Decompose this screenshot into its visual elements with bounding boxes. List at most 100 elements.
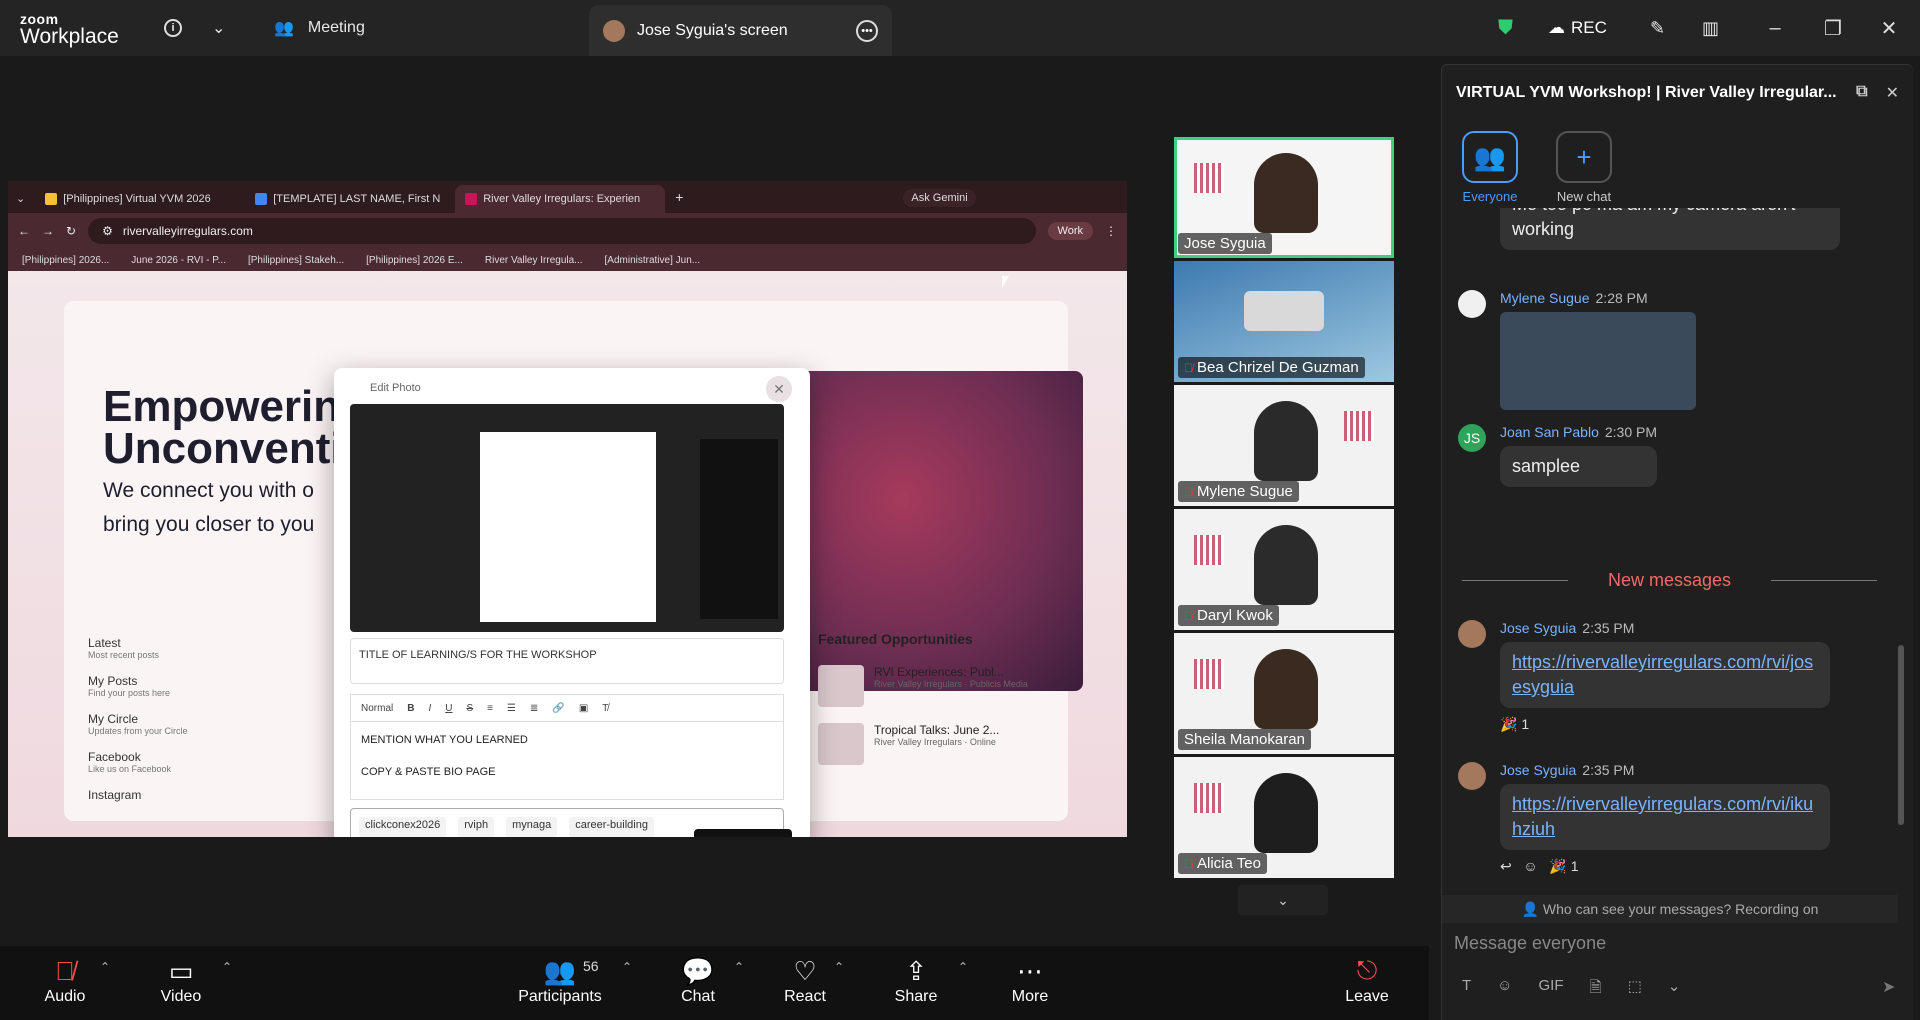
reply-icon[interactable]: ↩ [1500, 858, 1512, 874]
more-button[interactable]: ⋯ More [985, 954, 1075, 1006]
info-icon[interactable]: i [164, 0, 182, 56]
add-reaction-icon[interactable]: ☺ [1523, 858, 1537, 874]
send-icon[interactable]: ➤ [1882, 977, 1895, 997]
chat-button[interactable]: 💬 Chat [653, 954, 743, 1006]
bullet-list-icon[interactable]: ☰ [507, 703, 516, 714]
tag-chip[interactable]: career-building [569, 817, 654, 837]
share-options-icon[interactable]: ⌃ [958, 960, 968, 974]
share-button[interactable]: ⇪ Share [871, 954, 961, 1006]
video-tile[interactable]: 🎙̸ Daryl Kwok [1174, 509, 1394, 630]
leave-button[interactable]: ⎋ Leave [1322, 954, 1412, 1006]
chat-options-icon[interactable]: ⌃ [734, 960, 744, 974]
chat-link[interactable]: https://rivervalleyirregulars.com/rvi/jo… [1512, 652, 1813, 697]
tag-chip[interactable]: clickconex2026 [359, 817, 447, 837]
bookmark-item[interactable]: [Administrative] Jun... [605, 255, 701, 266]
browser-menu-icon[interactable]: ⋮ [1105, 224, 1117, 238]
format-text-icon[interactable]: T [1462, 977, 1471, 1002]
screenshot-icon[interactable]: ⬚ [1628, 977, 1642, 1002]
bookmark-item[interactable]: [Philippines] 2026... [22, 255, 109, 266]
file-icon[interactable]: 🗎 [1590, 977, 1602, 1002]
chat-target-everyone[interactable]: 👥 Everyone [1452, 131, 1528, 204]
post-button[interactable]: Post [694, 829, 792, 837]
video-options-icon[interactable]: ⌃ [222, 960, 232, 974]
browser-tab-active[interactable]: River Valley Irregulars: Experien [455, 185, 666, 213]
audio-options-icon[interactable]: ⌃ [100, 960, 110, 974]
audio-button[interactable]: 🎙̸ Audio [20, 954, 110, 1006]
url-field[interactable]: ⚙ rivervalleyirregulars.com [88, 218, 1036, 244]
featured-item[interactable]: Tropical Talks: June 2... River Valley Ir… [818, 723, 1058, 765]
new-tab-icon[interactable]: + [675, 189, 683, 205]
chat-link[interactable]: https://rivervalleyirregulars.com/rvi/ik… [1512, 794, 1813, 839]
emoji-icon[interactable]: ☺ [1497, 977, 1512, 1002]
avatar [1458, 620, 1486, 648]
close-icon[interactable]: ✕ [1886, 83, 1899, 103]
nav-item-my-circle[interactable]: My Circle Updates from your Circle [88, 712, 188, 736]
tag-chip[interactable]: mynaga [506, 817, 558, 837]
video-button[interactable]: ▭ Video [136, 954, 226, 1006]
close-window-button[interactable]: ✕ [1866, 0, 1912, 56]
gallery-scroll-down-button[interactable]: ⌄ [1238, 885, 1328, 915]
more-options-icon[interactable]: ••• [856, 19, 878, 42]
back-icon[interactable]: ← [18, 224, 30, 238]
clear-format-icon[interactable]: T̸ [602, 703, 608, 714]
layout-icon[interactable]: ▥ [1702, 0, 1719, 56]
chevron-down-icon[interactable]: ⌄ [1668, 977, 1681, 1002]
close-icon[interactable]: ✕ [766, 376, 792, 402]
video-tile[interactable]: Sheila Manokaran [1174, 633, 1394, 754]
ordered-list-icon[interactable]: ≡ [487, 703, 493, 714]
video-tile[interactable]: 🎙̸ Bea Chrizel De Guzman [1174, 261, 1394, 382]
nav-item-instagram[interactable]: Instagram [88, 788, 188, 802]
italic-icon[interactable]: I [428, 703, 431, 714]
reload-icon[interactable]: ↻ [66, 224, 76, 238]
image-icon[interactable]: ▣ [579, 703, 588, 714]
video-tile[interactable]: 🎙̸ Mylene Sugue [1174, 385, 1394, 506]
react-options-icon[interactable]: ⌃ [834, 960, 844, 974]
format-select[interactable]: Normal [361, 703, 393, 714]
annotate-pen-icon[interactable]: ✎ [1650, 0, 1665, 56]
tab-search-icon[interactable]: ⌄ [16, 192, 25, 205]
shared-screen-tab[interactable]: Jose Syguia's screen ••• [589, 5, 892, 56]
profile-button[interactable]: Work [1047, 222, 1093, 240]
nav-item-my-posts[interactable]: My Posts Find your posts here [88, 674, 188, 698]
chat-scrollbar[interactable] [1898, 215, 1906, 895]
tag-chip[interactable]: rviph [458, 817, 495, 837]
featured-item[interactable]: RVI Experiences: Publ... River Valley Irr… [818, 665, 1058, 707]
strike-icon[interactable]: S [466, 703, 473, 714]
shared-image[interactable] [1500, 312, 1696, 410]
browser-tab[interactable]: [Philippines] Virtual YVM 2026 [35, 185, 245, 213]
ask-gemini-button[interactable]: Ask Gemini [903, 189, 976, 207]
chevron-down-icon[interactable]: ⌄ [212, 0, 225, 56]
gif-button[interactable]: GIF [1539, 977, 1564, 1002]
bold-icon[interactable]: B [407, 703, 414, 714]
post-title-input[interactable]: TITLE OF LEARNING/S FOR THE WORKSHOP [350, 638, 784, 684]
nav-item-facebook[interactable]: Facebook Like us on Facebook [88, 750, 188, 774]
message-input[interactable]: Message everyone [1454, 933, 1884, 954]
featured-opportunities: Featured Opportunities RVI Experiences: … [818, 631, 1058, 781]
shield-icon[interactable]: ⛊ [1498, 0, 1513, 56]
restore-button[interactable]: ❐ [1810, 0, 1856, 56]
video-tile[interactable]: Jose Syguia [1174, 137, 1394, 258]
reaction-badge[interactable]: 🎉 1 [1500, 716, 1830, 733]
bookmark-item[interactable]: [Philippines] Stakeh... [248, 255, 344, 266]
bookmark-item[interactable]: June 2026 - RVI - P... [131, 255, 226, 266]
bookmark-item[interactable]: [Philippines] 2026 E... [366, 255, 463, 266]
video-tile[interactable]: 🎙̸ Alicia Teo [1174, 757, 1394, 878]
align-icon[interactable]: ≣ [530, 703, 538, 714]
pop-out-icon[interactable]: ⧉ [1856, 83, 1867, 103]
participants-options-icon[interactable]: ⌃ [622, 960, 632, 974]
post-body-editor[interactable]: MENTION WHAT YOU LEARNED COPY & PASTE BI… [350, 722, 784, 800]
meeting-tab[interactable]: 👥 Meeting [274, 0, 365, 56]
link-icon[interactable]: 🔗 [552, 703, 564, 714]
minimize-button[interactable]: – [1752, 0, 1798, 56]
recording-indicator[interactable]: ☁ REC [1548, 0, 1607, 56]
browser-tab[interactable]: [TEMPLATE] LAST NAME, First N [245, 185, 455, 213]
chat-privacy-notice[interactable]: 👤 Who can see your messages? Recording o… [1442, 895, 1898, 923]
chat-target-new-chat[interactable]: + New chat [1546, 131, 1622, 204]
preview-camera [700, 439, 778, 619]
participant-video [1254, 773, 1318, 853]
nav-item-latest[interactable]: Latest Most recent posts [88, 636, 188, 660]
reaction-badge[interactable]: ↩ ☺ 🎉 1 [1500, 858, 1830, 875]
bookmark-item[interactable]: River Valley Irregula... [485, 255, 583, 266]
underline-icon[interactable]: U [445, 703, 452, 714]
forward-icon[interactable]: → [42, 224, 54, 238]
